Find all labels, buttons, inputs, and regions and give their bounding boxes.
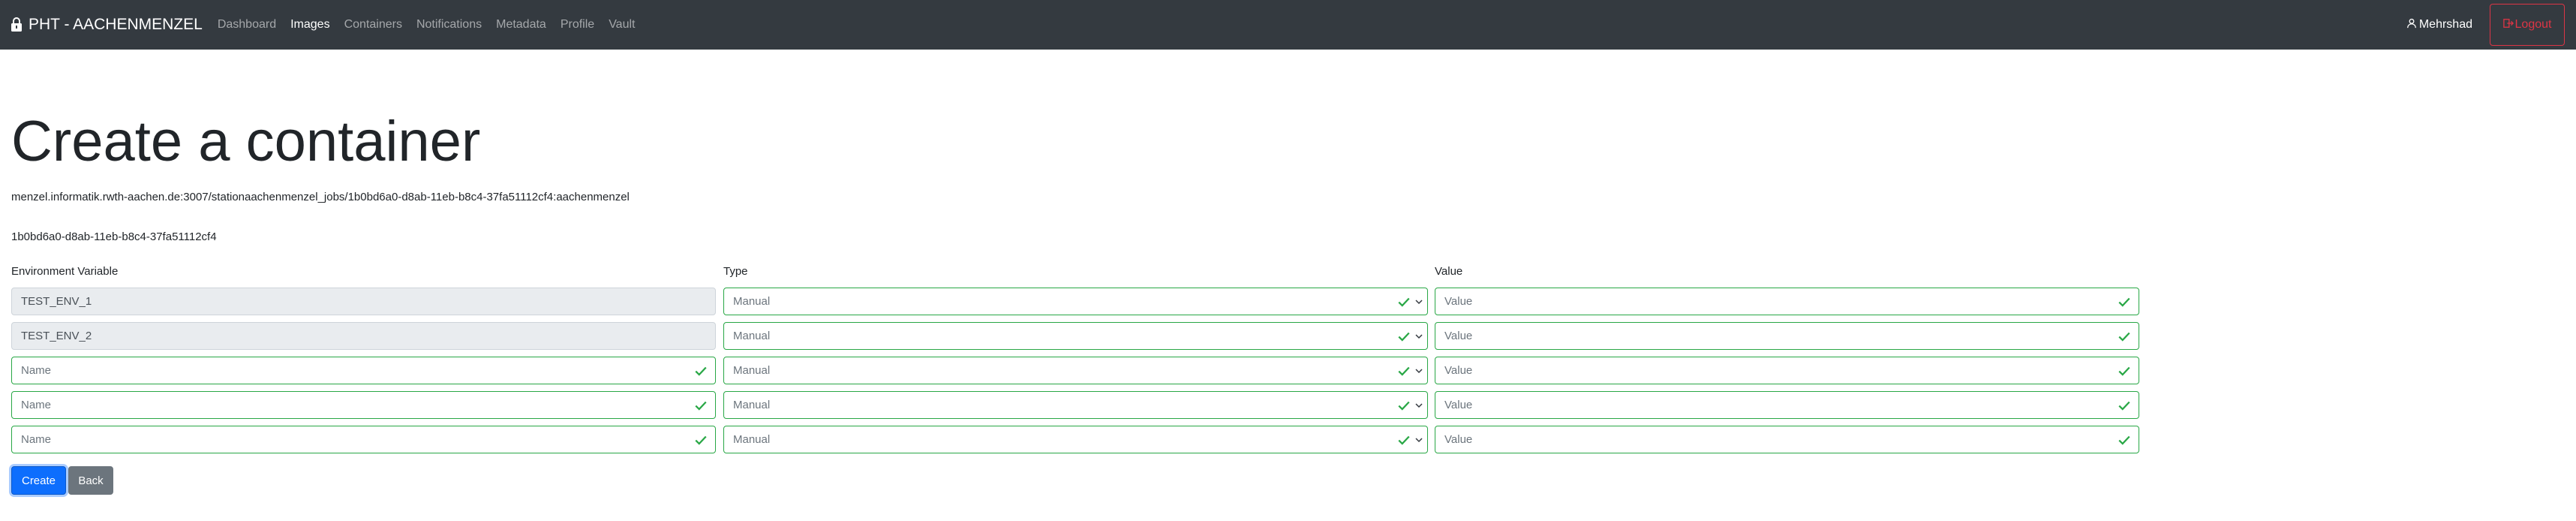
- env-name-input[interactable]: Name: [11, 391, 716, 419]
- chevron-down-icon: [1415, 299, 1423, 304]
- value-placeholder: Value: [1444, 364, 1473, 377]
- env-value-input[interactable]: Value: [1435, 322, 2139, 350]
- env-name-input[interactable]: TEST_ENV_2: [11, 322, 716, 350]
- env-value-input[interactable]: Value: [1435, 391, 2139, 419]
- type-select[interactable]: Manual: [723, 391, 1428, 419]
- create-button[interactable]: Create: [11, 466, 66, 495]
- type-select[interactable]: Manual: [723, 426, 1428, 453]
- value-placeholder: Value: [1444, 399, 1473, 411]
- column-label-environment-variable: Environment Variable: [11, 265, 119, 278]
- env-name-value: TEST_ENV_1: [21, 295, 92, 308]
- nav-item-metadata[interactable]: Metadata: [496, 18, 546, 32]
- type-select[interactable]: Manual: [723, 357, 1428, 384]
- brand-title: PHT - AACHENMENZEL: [29, 16, 203, 33]
- nav-item-dashboard[interactable]: Dashboard: [218, 18, 276, 32]
- env-value-input[interactable]: Value: [1435, 357, 2139, 384]
- brand[interactable]: PHT - AACHENMENZEL: [11, 16, 203, 34]
- name-placeholder: Name: [21, 399, 52, 411]
- image-path: menzel.informatik.rwth-aachen.de:3007/st…: [11, 191, 630, 203]
- env-value-input[interactable]: Value: [1435, 426, 2139, 453]
- column-label-value: Value: [1435, 265, 1463, 278]
- nav-right: Mehrshad Logout: [2406, 0, 2565, 50]
- top-navbar: PHT - AACHENMENZEL Dashboard Images Cont…: [0, 0, 2576, 50]
- value-placeholder: Value: [1444, 433, 1473, 446]
- chevron-down-icon: [1415, 333, 1423, 339]
- user-menu[interactable]: Mehrshad: [2406, 18, 2472, 32]
- type-selected-value: Manual: [733, 399, 771, 411]
- check-icon: [1398, 366, 1410, 376]
- check-icon: [1398, 297, 1410, 307]
- chevron-down-icon: [1415, 402, 1423, 408]
- chevron-down-icon: [1415, 368, 1423, 373]
- logout-icon: [2502, 18, 2515, 32]
- env-value-input[interactable]: Value: [1435, 288, 2139, 315]
- type-selected-value: Manual: [733, 330, 771, 342]
- env-name-input[interactable]: Name: [11, 426, 716, 453]
- check-icon: [1398, 401, 1410, 411]
- column-label-type: Type: [723, 265, 748, 278]
- check-icon: [2118, 366, 2130, 376]
- check-icon: [2118, 435, 2130, 445]
- nav-item-containers[interactable]: Containers: [344, 18, 402, 32]
- type-select[interactable]: Manual: [723, 288, 1428, 315]
- logout-label: Logout: [2514, 18, 2552, 31]
- name-placeholder: Name: [21, 433, 52, 446]
- check-icon: [2118, 297, 2130, 307]
- job-id: 1b0bd6a0-d8ab-11eb-b8c4-37fa51112cf4: [11, 230, 217, 243]
- check-icon: [695, 366, 707, 376]
- check-icon: [695, 401, 707, 411]
- nav-item-vault[interactable]: Vault: [609, 18, 635, 32]
- logout-button[interactable]: Logout: [2490, 4, 2565, 46]
- value-placeholder: Value: [1444, 330, 1473, 342]
- user-name: Mehrshad: [2418, 18, 2472, 31]
- name-placeholder: Name: [21, 364, 52, 377]
- lock-icon: [11, 17, 23, 32]
- type-select[interactable]: Manual: [723, 322, 1428, 350]
- env-name-input[interactable]: TEST_ENV_1: [11, 288, 716, 315]
- page-title: Create a container: [11, 110, 481, 173]
- check-icon: [1398, 435, 1410, 445]
- nav-links: Dashboard Images Containers Notification…: [218, 18, 650, 32]
- check-icon: [1398, 332, 1410, 342]
- type-selected-value: Manual: [733, 295, 771, 308]
- check-icon: [2118, 332, 2130, 342]
- back-button[interactable]: Back: [68, 466, 113, 495]
- check-icon: [2118, 401, 2130, 411]
- type-selected-value: Manual: [733, 433, 771, 446]
- env-name-input[interactable]: Name: [11, 357, 716, 384]
- env-name-value: TEST_ENV_2: [21, 330, 92, 342]
- nav-item-profile[interactable]: Profile: [561, 18, 594, 32]
- nav-item-notifications[interactable]: Notifications: [416, 18, 482, 32]
- chevron-down-icon: [1415, 437, 1423, 442]
- value-placeholder: Value: [1444, 295, 1473, 308]
- nav-item-images[interactable]: Images: [290, 18, 329, 32]
- type-selected-value: Manual: [733, 364, 771, 377]
- person-icon: [2406, 18, 2419, 32]
- check-icon: [695, 435, 707, 445]
